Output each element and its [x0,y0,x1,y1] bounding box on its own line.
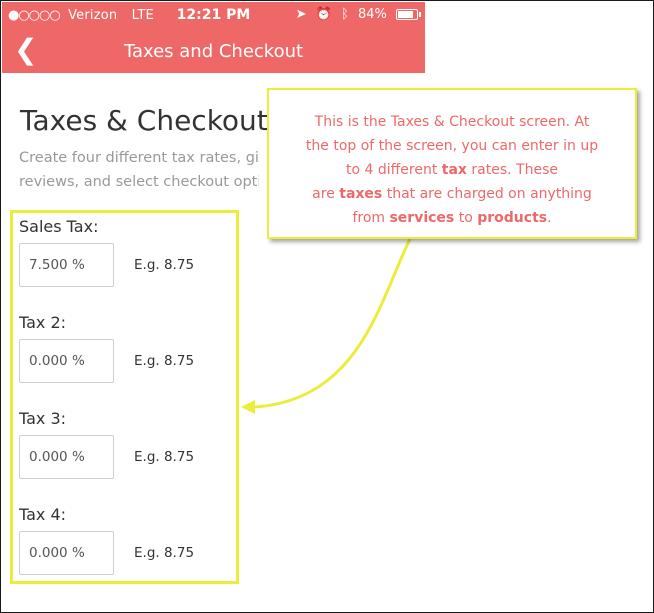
callout-text: rates. These [466,162,558,178]
page-description: Create four different tax rates, giv rev… [19,146,259,194]
description-line: Create four different tax rates, giv [19,150,259,166]
description-line: reviews, and select checkout optio [19,174,259,190]
alarm-icon: ⏰ [315,7,332,22]
callout-keyword: tax [441,162,467,178]
callout-line: are taxes that are charged on anything [269,182,635,206]
tax-3-label: Tax 3: [19,409,67,428]
callout-keyword: services [389,210,455,226]
sales-tax-label: Sales Tax: [19,217,99,236]
callout-keyword: products [477,210,548,226]
tax-2-label: Tax 2: [19,313,67,332]
tax-3-input[interactable] [19,435,114,479]
callout-text: to [454,210,478,226]
tax-4-example: E.g. 8.75 [134,545,195,561]
app-header: ●○○○○ Verizon LTE 12:21 PM ➤ ⏰ ᛒ 84% ❮ T… [2,2,425,73]
location-icon: ➤ [295,7,307,22]
nav-bar: ❮ Taxes and Checkout [2,30,425,73]
tax-2-example: E.g. 8.75 [134,353,195,369]
callout-box: This is the Taxes & Checkout screen. At … [267,88,637,239]
tax-2-input[interactable] [19,339,114,383]
battery-percent: 84% [357,7,387,22]
callout-line: from services to products. [269,206,635,230]
battery-icon [396,9,421,20]
status-right: ➤ ⏰ ᛒ 84% [291,7,421,22]
status-bar: ●○○○○ Verizon LTE 12:21 PM ➤ ⏰ ᛒ 84% [2,2,425,28]
callout-text: are [312,186,340,202]
sales-tax-input[interactable] [19,243,114,287]
bluetooth-icon: ᛒ [341,7,349,22]
callout-text: . [547,210,552,226]
callout-text: to 4 different [346,162,442,178]
callout-keyword: taxes [339,186,383,202]
tax-3-example: E.g. 8.75 [134,449,195,465]
callout-line: the top of the screen, you can enter in … [305,138,599,154]
nav-title: Taxes and Checkout [123,41,304,62]
callout-line: This is the Taxes & Checkout screen. At [314,114,590,130]
callout-text: from [352,210,390,226]
callout-line: to 4 different tax rates. These [269,158,635,182]
tax-4-input[interactable] [19,531,114,575]
callout-text: that are charged on anything [382,186,592,202]
page-title: Taxes & Checkout [20,104,268,137]
tax-4-label: Tax 4: [19,505,67,524]
sales-tax-example: E.g. 8.75 [134,257,195,273]
